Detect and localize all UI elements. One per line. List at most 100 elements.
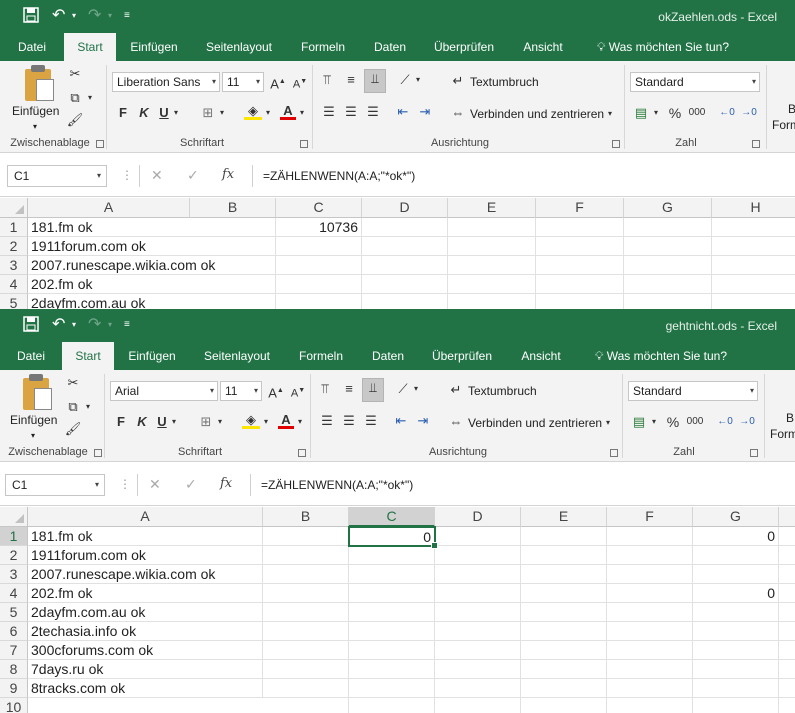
number-format-box[interactable]: Standard ▾ (630, 72, 760, 92)
font-size-box[interactable]: 11 ▾ (222, 72, 264, 92)
empty-cell[interactable] (521, 622, 607, 641)
fill-color-dropdown-icon[interactable]: ▾ (264, 104, 272, 122)
row-header[interactable]: 5 (0, 294, 28, 309)
empty-cell[interactable] (607, 584, 693, 603)
empty-cell[interactable] (349, 698, 435, 713)
empty-cell[interactable] (521, 527, 607, 546)
fill-color-icon[interactable]: ◈ (244, 102, 262, 120)
paste-button[interactable]: Einfügen (12, 103, 59, 119)
copy-dropdown-icon[interactable]: ▾ (84, 398, 92, 416)
clipboard-launcher-icon[interactable] (94, 449, 102, 457)
column-header-g[interactable]: G (624, 198, 712, 218)
empty-cell[interactable] (263, 660, 349, 679)
insert-function-icon[interactable]: fx (222, 167, 234, 183)
align-right-icon[interactable]: ☰ (364, 103, 382, 121)
orientation-dropdown-icon[interactable]: ▾ (414, 71, 422, 89)
merge-center-icon[interactable]: ⇔ (448, 413, 464, 431)
font-size-box[interactable]: 11 ▾ (220, 381, 262, 401)
merge-center-icon[interactable]: ⇔ (450, 104, 466, 122)
font-color-dropdown-icon[interactable]: ▾ (298, 104, 306, 122)
cancel-icon[interactable]: ✕ (149, 476, 161, 492)
font-name-box[interactable]: Arial ▾ (110, 381, 218, 401)
redo-icon[interactable]: ↷ (88, 316, 106, 334)
cell-a9[interactable]: 8tracks.com ok (28, 679, 263, 698)
cell-a1[interactable]: 181.fm ok (28, 527, 263, 546)
empty-cell[interactable] (435, 660, 521, 679)
cancel-icon[interactable]: ✕ (151, 167, 163, 183)
formula-input[interactable]: =ZÄHLENWENN(A:A;"*ok*") (252, 165, 795, 187)
bold-button[interactable]: F (115, 413, 127, 431)
tab-ansicht[interactable]: Ansicht (512, 33, 574, 61)
thousands-separator-button[interactable]: 000 (686, 413, 704, 431)
empty-cell[interactable] (712, 218, 795, 237)
undo-dropdown-icon[interactable]: ▾ (72, 316, 80, 334)
row-header[interactable]: 7 (0, 641, 28, 660)
empty-cell[interactable] (276, 294, 362, 309)
column-header-h[interactable]: H (712, 198, 795, 218)
empty-cell[interactable] (779, 641, 795, 660)
empty-cell[interactable] (779, 565, 795, 584)
empty-cell[interactable] (190, 294, 276, 309)
row-header[interactable]: 4 (0, 584, 28, 603)
empty-cell[interactable] (607, 603, 693, 622)
tab-daten[interactable]: Daten (360, 342, 416, 370)
row-header[interactable]: 2 (0, 237, 28, 256)
column-header-c[interactable]: C (276, 198, 362, 218)
paste-dropdown-icon[interactable]: ▾ (33, 119, 37, 135)
font-launcher-icon[interactable] (298, 449, 306, 457)
empty-cell[interactable] (435, 603, 521, 622)
empty-cell[interactable] (521, 584, 607, 603)
column-header-c[interactable]: C (349, 507, 435, 527)
tab-seitenlayout[interactable]: Seitenlayout (198, 33, 280, 61)
underline-button[interactable]: U (156, 413, 168, 431)
name-box[interactable]: C1 ▾ (7, 165, 107, 187)
align-left-icon[interactable]: ☰ (320, 103, 338, 121)
empty-cell[interactable] (435, 641, 521, 660)
row-header[interactable]: 4 (0, 275, 28, 294)
empty-cell[interactable] (435, 546, 521, 565)
customize-qat-icon[interactable]: ≡ (124, 7, 134, 25)
empty-cell[interactable] (521, 698, 607, 713)
column-header-g[interactable]: G (693, 507, 779, 527)
redo-dropdown-icon[interactable]: ▾ (108, 316, 116, 334)
empty-cell[interactable] (624, 275, 712, 294)
empty-cell[interactable] (349, 565, 435, 584)
cell-a8[interactable]: 7days.ru ok (28, 660, 263, 679)
empty-cell[interactable] (779, 660, 795, 679)
shrink-font-icon[interactable]: A▼ (290, 382, 306, 403)
empty-cell[interactable] (263, 679, 349, 698)
empty-cell[interactable] (521, 660, 607, 679)
paste-button[interactable]: Einfügen (10, 412, 57, 428)
empty-cell[interactable] (263, 565, 349, 584)
empty-cell[interactable] (263, 546, 349, 565)
more-icon[interactable]: ⋮ (119, 476, 131, 492)
percent-button[interactable]: % (668, 104, 682, 122)
align-center-icon[interactable]: ☰ (342, 103, 360, 121)
wrap-text-icon[interactable]: ↵ (450, 72, 466, 90)
empty-cell[interactable] (536, 256, 624, 275)
save-icon[interactable] (23, 7, 39, 25)
italic-button[interactable]: K (136, 413, 148, 431)
empty-cell[interactable] (276, 256, 362, 275)
select-all-button[interactable] (0, 198, 28, 218)
tab-start[interactable]: Start (62, 342, 114, 370)
empty-cell[interactable] (779, 527, 795, 546)
empty-cell[interactable] (263, 603, 349, 622)
empty-cell[interactable] (263, 622, 349, 641)
name-box[interactable]: C1 ▾ (5, 474, 105, 496)
row-header[interactable]: 9 (0, 679, 28, 698)
align-middle-icon[interactable]: ≡ (342, 71, 360, 89)
fill-color-icon[interactable]: ◈ (242, 411, 260, 429)
empty-cell[interactable] (435, 679, 521, 698)
customize-qat-icon[interactable]: ≡ (124, 316, 134, 334)
empty-cell[interactable] (712, 237, 795, 256)
increase-indent-icon[interactable]: ⇥ (416, 103, 434, 121)
cell-a1[interactable]: 181.fm ok (28, 218, 190, 237)
increase-indent-icon[interactable]: ⇥ (414, 412, 432, 430)
empty-cell[interactable] (536, 275, 624, 294)
empty-cell[interactable] (448, 275, 536, 294)
empty-cell[interactable] (607, 622, 693, 641)
shrink-font-icon[interactable]: A▼ (292, 73, 308, 94)
copy-dropdown-icon[interactable]: ▾ (86, 89, 94, 107)
empty-cell[interactable] (712, 256, 795, 275)
